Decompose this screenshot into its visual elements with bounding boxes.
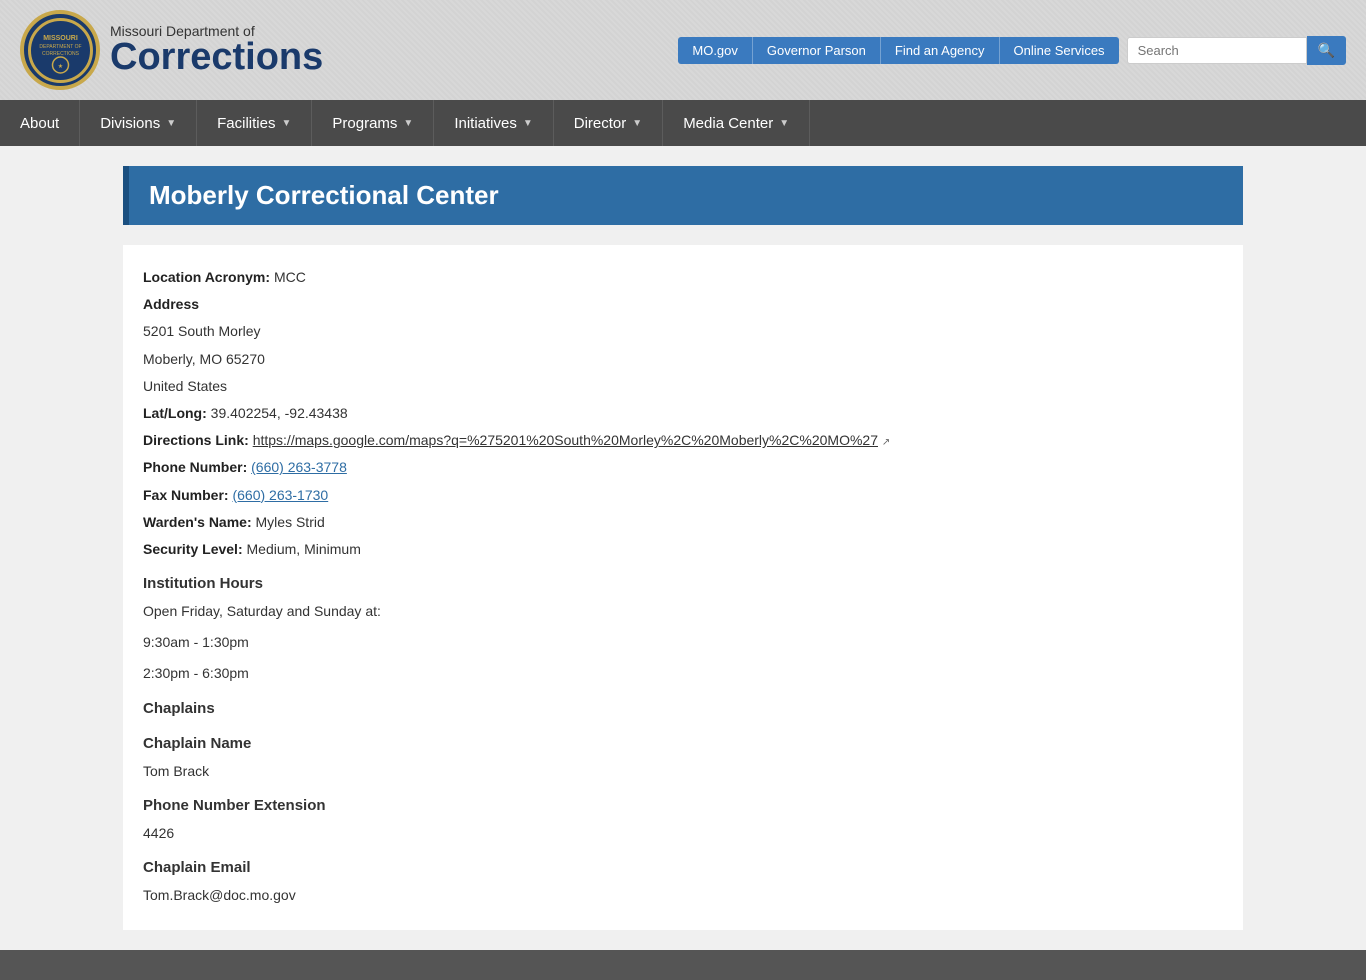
fax-row: Fax Number: (660) 263-1730 xyxy=(143,483,1223,508)
latlong-label: Lat/Long: xyxy=(143,405,207,421)
nav-arrow-divisions: ▼ xyxy=(166,118,176,129)
directions-label: Directions Link: xyxy=(143,432,249,448)
phone-ext-heading: Phone Number Extension xyxy=(143,792,1223,819)
search-button[interactable]: 🔍 xyxy=(1307,36,1346,65)
hours-time1: 9:30am - 1:30pm xyxy=(143,634,249,650)
nav-label-media-center: Media Center xyxy=(683,115,773,132)
chaplain-name-heading: Chaplain Name xyxy=(143,730,1223,757)
latlong-value: 39.402254, -92.43438 xyxy=(211,405,348,421)
hours-time2-row: 2:30pm - 6:30pm xyxy=(143,661,1223,686)
top-bar: MISSOURI DEPARTMENT OF CORRECTIONS ★ Mis… xyxy=(0,0,1366,100)
svg-text:★: ★ xyxy=(57,63,62,70)
chaplain-email-heading: Chaplain Email xyxy=(143,854,1223,881)
directions-row: Directions Link: https://maps.google.com… xyxy=(143,428,1223,453)
nav-item-about[interactable]: About xyxy=(0,100,80,146)
external-link-icon: ↗ xyxy=(882,437,890,448)
nav-arrow-initiatives: ▼ xyxy=(523,118,533,129)
address-line1: 5201 South Morley xyxy=(143,323,261,339)
security-label: Security Level: xyxy=(143,541,243,557)
nav-label-facilities: Facilities xyxy=(217,115,275,132)
latlong-row: Lat/Long: 39.402254, -92.43438 xyxy=(143,401,1223,426)
address-line3-row: United States xyxy=(143,374,1223,399)
nav-label-divisions: Divisions xyxy=(100,115,160,132)
warden-label: Warden's Name: xyxy=(143,514,252,530)
page-title: Moberly Correctional Center xyxy=(149,180,1223,211)
topnav-online-services[interactable]: Online Services xyxy=(1000,37,1119,64)
nav-arrow-facilities: ▼ xyxy=(281,118,291,129)
topnav-mogov[interactable]: MO.gov xyxy=(678,37,753,64)
location-acronym-value: MCC xyxy=(274,269,306,285)
nav-item-programs[interactable]: Programs ▼ xyxy=(312,100,434,146)
address-label: Address xyxy=(143,296,199,312)
nav-item-facilities[interactable]: Facilities ▼ xyxy=(197,100,312,146)
page-content: Moberly Correctional Center Location Acr… xyxy=(108,166,1258,930)
chaplain-email-row: Tom.Brack@doc.mo.gov xyxy=(143,883,1223,908)
directions-link[interactable]: https://maps.google.com/maps?q=%275201%2… xyxy=(253,432,878,448)
location-acronym-row: Location Acronym: MCC xyxy=(143,265,1223,290)
chaplain-name-value: Tom Brack xyxy=(143,763,209,779)
info-section: Location Acronym: MCC Address 5201 South… xyxy=(123,245,1243,930)
address-line3: United States xyxy=(143,378,227,394)
chaplains-heading: Chaplains xyxy=(143,695,1223,722)
institution-hours-heading: Institution Hours xyxy=(143,570,1223,597)
page-title-bar: Moberly Correctional Center xyxy=(123,166,1243,225)
nav-item-media-center[interactable]: Media Center ▼ xyxy=(663,100,810,146)
address-line2: Moberly, MO 65270 xyxy=(143,351,265,367)
phone-ext-row: 4426 xyxy=(143,821,1223,846)
nav-label-initiatives: Initiatives xyxy=(454,115,517,132)
phone-label: Phone Number: xyxy=(143,459,247,475)
logo-name: Corrections xyxy=(110,38,323,76)
top-nav: MO.gov Governor Parson Find an Agency On… xyxy=(678,36,1346,65)
main-nav: About Divisions ▼ Facilities ▼ Programs … xyxy=(0,100,1366,146)
fax-label: Fax Number: xyxy=(143,487,229,503)
address-line2-row: Moberly, MO 65270 xyxy=(143,347,1223,372)
logo-badge: MISSOURI DEPARTMENT OF CORRECTIONS ★ xyxy=(20,10,100,90)
phone-link[interactable]: (660) 263-3778 xyxy=(251,459,347,475)
phone-ext-value: 4426 xyxy=(143,825,174,841)
chaplain-email-value: Tom.Brack@doc.mo.gov xyxy=(143,887,296,903)
address-line1-row: 5201 South Morley xyxy=(143,319,1223,344)
security-value: Medium, Minimum xyxy=(247,541,361,557)
search-input[interactable] xyxy=(1127,37,1307,64)
nav-item-divisions[interactable]: Divisions ▼ xyxy=(80,100,197,146)
nav-label-about: About xyxy=(20,115,59,132)
hours-time1-row: 9:30am - 1:30pm xyxy=(143,630,1223,655)
footer-bar xyxy=(0,950,1366,980)
logo-area: MISSOURI DEPARTMENT OF CORRECTIONS ★ Mis… xyxy=(20,10,323,90)
hours-time2: 2:30pm - 6:30pm xyxy=(143,665,249,681)
svg-text:DEPARTMENT OF: DEPARTMENT OF xyxy=(39,44,81,50)
fax-link[interactable]: (660) 263-1730 xyxy=(232,487,328,503)
topnav-find-agency[interactable]: Find an Agency xyxy=(881,37,1000,64)
warden-row: Warden's Name: Myles Strid xyxy=(143,510,1223,535)
warden-value: Myles Strid xyxy=(256,514,325,530)
nav-arrow-media-center: ▼ xyxy=(779,118,789,129)
chaplain-name-row: Tom Brack xyxy=(143,759,1223,784)
phone-row: Phone Number: (660) 263-3778 xyxy=(143,455,1223,480)
topnav-governor[interactable]: Governor Parson xyxy=(753,37,881,64)
svg-text:CORRECTIONS: CORRECTIONS xyxy=(42,51,80,57)
security-row: Security Level: Medium, Minimum xyxy=(143,537,1223,562)
nav-item-initiatives[interactable]: Initiatives ▼ xyxy=(434,100,553,146)
nav-arrow-director: ▼ xyxy=(632,118,642,129)
nav-label-director: Director xyxy=(574,115,627,132)
search-box: 🔍 xyxy=(1127,36,1346,65)
nav-arrow-programs: ▼ xyxy=(403,118,413,129)
logo-text: Missouri Department of Corrections xyxy=(110,24,323,76)
nav-label-programs: Programs xyxy=(332,115,397,132)
svg-text:MISSOURI: MISSOURI xyxy=(43,35,78,42)
address-row: Address xyxy=(143,292,1223,317)
location-acronym-label: Location Acronym: xyxy=(143,269,270,285)
hours-line1: Open Friday, Saturday and Sunday at: xyxy=(143,603,381,619)
hours-line1-row: Open Friday, Saturday and Sunday at: xyxy=(143,599,1223,624)
nav-item-director[interactable]: Director ▼ xyxy=(554,100,663,146)
